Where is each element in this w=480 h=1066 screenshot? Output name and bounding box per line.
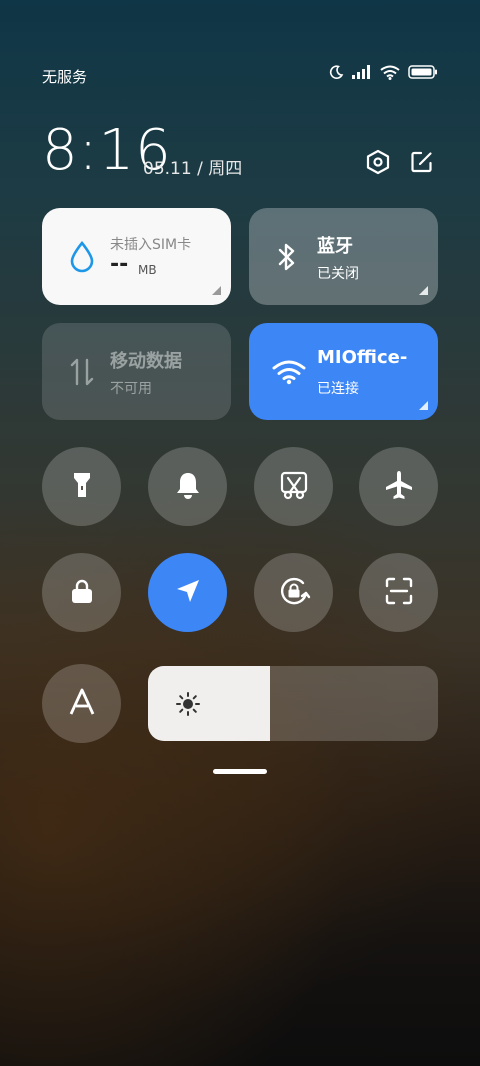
bluetooth-tile[interactable]: 蓝牙 已关闭 — [249, 208, 438, 305]
control-center-header: 8:16 05.11 / 周四 — [42, 118, 438, 188]
data-arrows-icon — [64, 354, 100, 390]
sim-status-text: 未插入SIM卡 — [110, 237, 192, 253]
rotation-lock-toggle[interactable] — [254, 553, 333, 632]
lock-screen-toggle[interactable] — [42, 553, 121, 632]
sound-toggle[interactable] — [148, 447, 227, 526]
flashlight-toggle[interactable] — [42, 447, 121, 526]
mobile-data-status: 不可用 — [110, 381, 152, 397]
carrier-text: 无服务 — [42, 68, 88, 86]
mobile-data-label: 移动数据 — [110, 351, 182, 372]
brightness-slider[interactable] — [148, 666, 438, 741]
edit-button[interactable] — [408, 150, 436, 178]
bluetooth-icon — [269, 239, 305, 275]
lock-icon — [69, 577, 95, 609]
sim-data-value: -- — [110, 252, 129, 277]
bell-icon — [174, 470, 202, 504]
mobile-data-tile[interactable]: 移动数据 不可用 — [42, 323, 231, 420]
auto-brightness-toggle[interactable] — [42, 664, 121, 743]
signal-icon — [352, 65, 372, 79]
expand-corner-icon — [419, 286, 428, 295]
scissors-icon — [279, 470, 309, 504]
sun-icon — [175, 691, 201, 721]
flashlight-icon — [69, 470, 95, 504]
letter-a-icon — [68, 688, 96, 720]
expand-corner-icon — [419, 401, 428, 410]
bluetooth-label: 蓝牙 — [317, 236, 353, 257]
droplet-icon — [64, 239, 100, 275]
clock-date: 05.11 / 周四 — [143, 159, 243, 179]
moon-icon — [328, 64, 344, 80]
expand-corner-icon — [212, 286, 221, 295]
location-toggle[interactable] — [148, 553, 227, 632]
screenshot-toggle[interactable] — [254, 447, 333, 526]
wifi-icon — [271, 354, 307, 390]
sim-data-unit: MB — [138, 263, 157, 277]
airplane-mode-toggle[interactable] — [359, 447, 438, 526]
battery-icon — [408, 65, 438, 79]
edit-icon — [410, 150, 434, 178]
airplane-icon — [383, 469, 415, 505]
scanner-toggle[interactable] — [359, 553, 438, 632]
wifi-status-icon — [380, 65, 400, 80]
wifi-tile[interactable]: MIOffice- 已连接 — [249, 323, 438, 420]
location-arrow-icon — [174, 577, 202, 609]
rotation-lock-icon — [277, 574, 311, 612]
status-icons — [328, 64, 438, 80]
brightness-fill — [148, 666, 270, 741]
scan-icon — [384, 576, 414, 610]
wifi-status: 已连接 — [317, 381, 359, 397]
bluetooth-status: 已关闭 — [317, 266, 359, 282]
wifi-network-name: MIOffice- — [317, 347, 408, 368]
settings-button[interactable] — [364, 149, 392, 179]
sim-data-tile[interactable]: 未插入SIM卡 -- MB — [42, 208, 231, 305]
drag-handle[interactable] — [213, 769, 267, 774]
hexagon-gear-icon — [365, 149, 391, 179]
status-bar: 无服务 — [0, 60, 480, 92]
